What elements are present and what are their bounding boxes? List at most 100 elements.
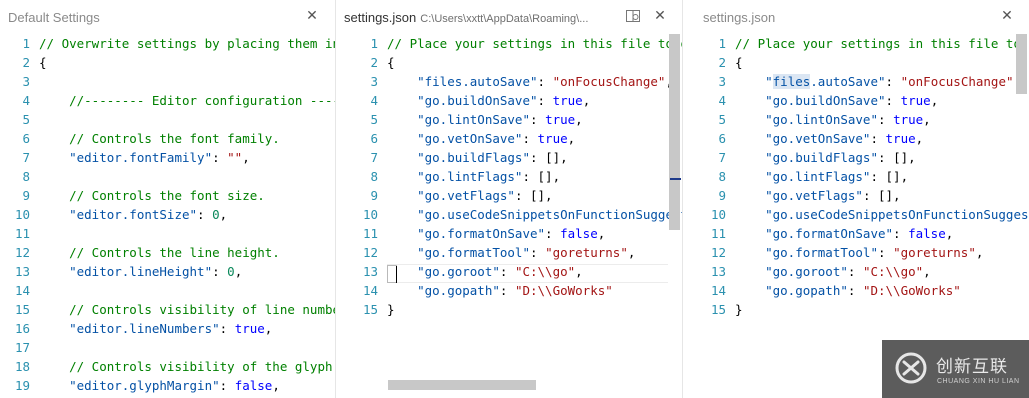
code-token: : [537,74,553,89]
code-token: 0 [212,207,220,222]
code-token: "go.lintFlags" [387,169,523,184]
code-token: [], [537,169,561,184]
brand-name-cn: 创新互联 [936,357,1008,377]
code-text: "go.gopath": "D:\\GoWorks" [735,281,961,300]
editor-pane-user-settings: settings.json C:\Users\xxtt\AppData\Roami… [336,0,683,398]
line-number: 9 [22,188,30,203]
code-line: 7 "editor.fontFamily": "", [0,148,335,167]
code-line: 2{ [0,53,335,72]
code-token: "go.useCodeSnippetsOnFunctionSuggest" [387,207,683,222]
vertical-scrollbar[interactable] [669,34,680,230]
code-token: "editor.lineHeight" [39,264,213,279]
code-token: "editor.glyphMargin" [39,378,220,393]
code-line: 13 "go.goroot": "C:\\go", [683,262,1029,281]
code-token: , [272,378,280,393]
code-line: 1 // Overwrite settings by placing them i… [0,34,335,53]
code-token: : [197,207,213,222]
close-icon[interactable]: ✕ [999,7,1015,25]
code-line: 17 [0,338,335,357]
code-text: // Controls visibility of line numbers [39,300,336,319]
code-token: : [212,264,228,279]
vertical-scrollbar[interactable] [1016,34,1027,94]
tab-title: settings.json C:\Users\xxtt\AppData\Roami… [344,10,588,25]
code-line: 5 "go.lintOnSave": true, [683,110,1029,129]
line-number: 14 [362,283,378,298]
code-token: "go.lintFlags" [735,169,871,184]
code-editor[interactable]: 1 // Overwrite settings by placing them i… [0,34,335,398]
code-token: , [264,321,273,336]
code-token: "go.useCodeSnippetsOnFunctionSuggest" [735,207,1029,222]
code-text: "go.lintFlags": [], [735,167,908,186]
line-number: 6 [370,131,378,146]
code-token: "onFocusChange" [900,74,1014,89]
line-number: 3 [22,74,30,89]
code-text: { [387,53,395,72]
code-token: : [893,226,909,241]
code-editor[interactable]: 1 // Place your settings in this file to … [336,34,682,398]
code-token: // Place your settings in this file to o… [735,36,1029,51]
code-token: "D:\\GoWorks" [862,283,961,298]
code-text: // Controls visibility of the glyph marg… [39,357,335,376]
line-number: 11 [362,226,378,241]
close-icon[interactable]: ✕ [304,7,320,25]
code-token: : [847,283,863,298]
code-token: "go.vetOnSave" [387,131,523,146]
code-token: : [530,150,546,165]
code-token: : [522,131,538,146]
code-token: // Controls visibility of line numbers [39,302,336,317]
line-number: 18 [14,359,30,374]
code-token: "D:\\GoWorks" [514,283,613,298]
line-number: 2 [718,55,726,70]
line-number: 8 [370,169,378,184]
code-token: .autoSave" [810,74,886,89]
brand-name-en: CHUANG XIN HU LIAN [937,378,1020,385]
code-token: true [900,93,931,108]
code-text: "go.buildOnSave": true, [387,91,590,110]
tab-settings-json[interactable]: settings.json C:\Users\xxtt\AppData\Roami… [336,0,682,34]
line-number: 19 [14,378,30,393]
code-token: : [499,283,515,298]
code-token: "go.formatOnSave" [387,226,546,241]
code-token: { [387,55,395,70]
line-number: 15 [710,302,726,317]
code-line: 16 "editor.lineNumbers": true, [0,319,335,338]
code-line: 11 [0,224,335,243]
code-line: 12 "go.formatTool": "goreturns", [336,243,682,262]
code-token: : [537,93,553,108]
code-token: true [552,93,583,108]
code-text: } [387,300,395,319]
tab-default-settings[interactable]: Default Settings ✕ [0,0,335,34]
code-token: : [862,188,878,203]
horizontal-scrollbar[interactable] [388,380,536,390]
code-token: // Controls the font size. [39,188,265,203]
code-token: "go.buildFlags" [387,150,530,165]
code-token: 0 [227,264,235,279]
line-number: 12 [710,245,726,260]
code-line: 1 // Place your settings in this file to … [336,34,682,53]
code-line: 14 "go.gopath": "D:\\GoWorks" [336,281,682,300]
line-number: 10 [14,207,30,222]
tab-settings-json-2[interactable]: settings.json ✕ [683,0,1029,34]
code-line: 8 "go.lintFlags": [], [336,167,682,186]
line-number: 8 [718,169,726,184]
code-line: 4 "go.buildOnSave": true, [336,91,682,110]
code-line: 9 "go.vetFlags": [], [683,186,1029,205]
code-token: : [847,264,863,279]
code-token: " [765,74,773,89]
code-token: , [945,226,954,241]
code-line: 10 "editor.fontSize": 0, [0,205,335,224]
code-text: "go.formatOnSave": false, [735,224,953,243]
code-token: , [627,245,636,260]
code-token: [], [885,169,909,184]
close-icon[interactable]: ✕ [652,7,668,25]
line-number: 6 [22,131,30,146]
code-line: 5 "go.lintOnSave": true, [336,110,682,129]
code-text: // Place your settings in this file to o… [735,34,1029,53]
code-text: } [735,300,743,319]
overview-ruler-marker [670,178,681,180]
split-editor-icon[interactable] [625,8,641,24]
code-token: //-------- Editor configuration -------- [69,93,335,108]
code-token: , [915,131,924,146]
code-line: 9 "go.vetFlags": [], [336,186,682,205]
code-token: "editor.fontSize" [39,207,198,222]
